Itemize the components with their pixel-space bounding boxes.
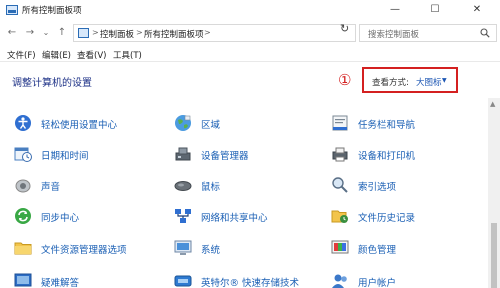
breadcrumb-all-items[interactable]: 所有控制面板项: [144, 28, 204, 40]
item-label: 设备管理器: [201, 151, 249, 162]
item-label: 颜色管理: [358, 245, 397, 256]
minimize-button[interactable]: —: [380, 0, 410, 20]
item-sound[interactable]: 声音: [14, 174, 174, 196]
item-label: 疑难解答: [41, 278, 80, 288]
menu-bar: 文件(F) 编辑(E) 查看(V) 工具(T): [0, 46, 500, 62]
item-label: 声音: [41, 182, 61, 193]
item-intel-storage[interactable]: 英特尔® 快速存储技术: [174, 270, 329, 288]
ease-of-access-icon: [15, 115, 31, 131]
date-time-icon: [14, 147, 32, 162]
device-manager-icon: [175, 147, 191, 161]
item-mouse[interactable]: 鼠标: [174, 174, 329, 196]
breadcrumb-control-panel[interactable]: 控制面板: [100, 28, 134, 40]
region-icon: [175, 115, 191, 131]
item-label: 区域: [201, 120, 221, 131]
search-input[interactable]: 搜索控制面板: [359, 24, 497, 42]
system-icon: [174, 240, 192, 255]
item-user-accounts[interactable]: 用户帐户: [331, 270, 486, 288]
item-label: 用户帐户: [358, 278, 397, 288]
item-device-manager[interactable]: 设备管理器: [174, 143, 329, 165]
item-label: 英特尔® 快速存储技术: [201, 278, 300, 288]
file-history-icon: [331, 210, 348, 223]
item-label: 轻松使用设置中心: [41, 120, 118, 131]
color-management-icon: [331, 240, 349, 254]
breadcrumb-separator: >: [136, 28, 143, 37]
intel-storage-icon: [174, 275, 192, 287]
menu-view[interactable]: 查看(V): [77, 49, 106, 61]
control-panel-icon: [78, 28, 89, 38]
up-button[interactable]: ↑: [54, 25, 70, 41]
item-label: 日期和时间: [41, 151, 89, 162]
forward-button[interactable]: →: [22, 25, 38, 41]
vertical-scrollbar[interactable]: ▲: [488, 98, 500, 288]
page-title: 调整计算机的设置: [12, 78, 92, 89]
item-label: 设备和打印机: [358, 151, 416, 162]
content-header: 调整计算机的设置 ① 查看方式: 大图标 ▼: [0, 62, 500, 98]
annotation-marker: ①: [338, 71, 352, 89]
item-label: 网络和共享中心: [201, 213, 268, 224]
view-by-control[interactable]: 查看方式: 大图标 ▼: [362, 67, 458, 93]
breadcrumb-separator: >: [92, 28, 99, 37]
menu-edit[interactable]: 编辑(E): [42, 49, 71, 61]
title-bar: 所有控制面板项 — ☐ ✕: [0, 0, 500, 20]
item-devices-printers[interactable]: 设备和打印机: [331, 143, 486, 165]
view-by-dropdown[interactable]: 大图标: [416, 76, 442, 88]
item-troubleshooting[interactable]: 疑难解答: [14, 270, 174, 288]
address-box[interactable]: > 控制面板 > 所有控制面板项 > ⌄: [73, 24, 394, 42]
item-explorer-options[interactable]: 文件资源管理器选项: [14, 237, 174, 259]
taskbar-navigation-icon: [332, 115, 348, 131]
item-network-sharing[interactable]: 网络和共享中心: [174, 205, 329, 227]
item-label: 索引选项: [358, 182, 397, 193]
devices-printers-icon: [332, 147, 348, 162]
item-color-management[interactable]: 颜色管理: [331, 237, 486, 259]
item-file-history[interactable]: 文件历史记录: [331, 205, 486, 227]
view-by-label: 查看方式:: [372, 78, 409, 88]
item-label: 任务栏和导航: [358, 120, 416, 131]
menu-tools[interactable]: 工具(T): [113, 49, 142, 61]
sound-icon: [15, 179, 31, 193]
item-date-time[interactable]: 日期和时间: [14, 143, 174, 165]
menu-file[interactable]: 文件(F): [7, 49, 36, 61]
mouse-icon: [174, 181, 192, 191]
item-indexing-options[interactable]: 索引选项: [331, 174, 486, 196]
network-sharing-icon: [175, 209, 191, 223]
window-title: 所有控制面板项: [22, 6, 82, 16]
breadcrumb-separator: >: [204, 28, 211, 37]
back-button[interactable]: ←: [4, 25, 20, 41]
scrollbar-thumb[interactable]: [491, 223, 497, 288]
troubleshooting-icon: [14, 273, 32, 287]
scroll-up-icon[interactable]: ▲: [490, 100, 495, 108]
control-panel-icon: [6, 5, 18, 15]
item-label: 鼠标: [201, 182, 221, 193]
refresh-button[interactable]: ↻: [340, 22, 349, 35]
item-system[interactable]: 系统: [174, 237, 329, 259]
item-label: 文件历史记录: [358, 213, 416, 224]
sync-center-icon: [15, 208, 31, 224]
item-sync-center[interactable]: 同步中心: [14, 205, 174, 227]
item-label: 系统: [201, 245, 221, 256]
search-placeholder: 搜索控制面板: [368, 30, 420, 40]
maximize-button[interactable]: ☐: [420, 0, 450, 20]
explorer-options-icon: [14, 242, 32, 255]
dropdown-caret-icon[interactable]: ▼: [442, 77, 447, 84]
address-bar-row: ← → ⌄ ↑ > 控制面板 > 所有控制面板项 > ⌄ ↻ 搜索控制面板: [0, 21, 500, 45]
user-accounts-icon: [332, 274, 347, 288]
search-icon[interactable]: [480, 28, 490, 38]
item-label: 同步中心: [41, 213, 80, 224]
item-region[interactable]: 区域: [174, 112, 329, 134]
item-taskbar-navigation[interactable]: 任务栏和导航: [331, 112, 486, 134]
close-button[interactable]: ✕: [462, 0, 492, 20]
recent-locations-button[interactable]: ⌄: [38, 25, 54, 41]
indexing-options-icon: [332, 177, 348, 193]
item-ease-of-access[interactable]: 轻松使用设置中心: [14, 112, 174, 134]
item-label: 文件资源管理器选项: [41, 245, 127, 256]
